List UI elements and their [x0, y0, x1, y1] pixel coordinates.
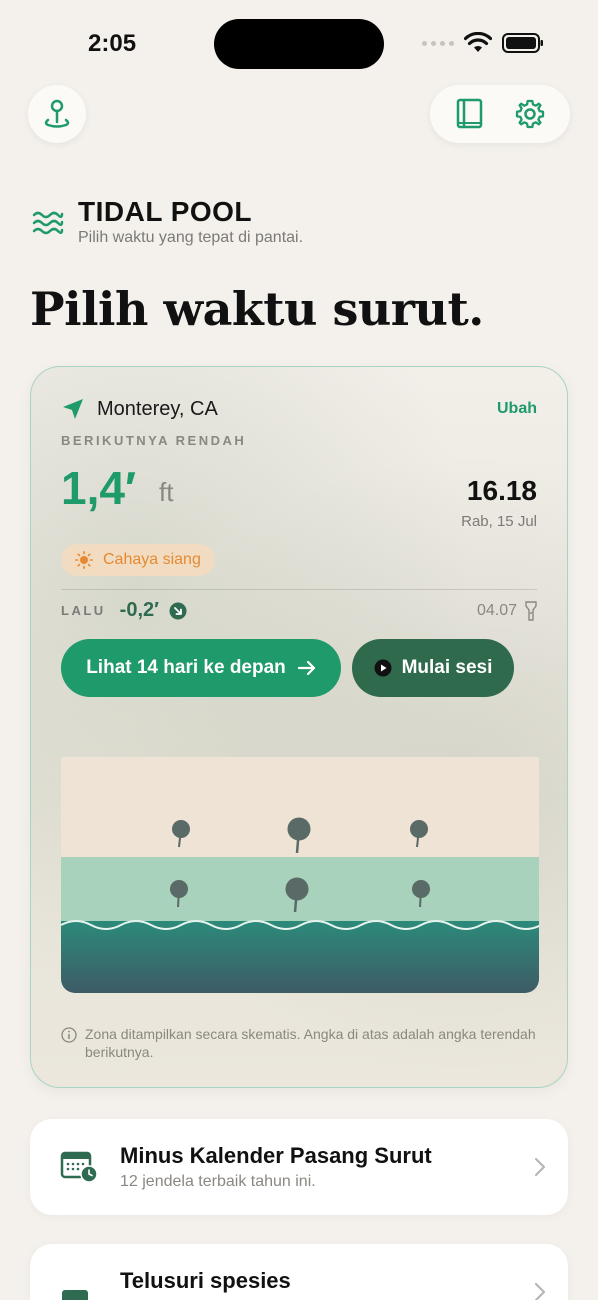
divider: [61, 589, 537, 590]
previous-value: -0,2′: [119, 599, 159, 621]
next-low-time: 16.18: [466, 475, 537, 506]
play-icon: [374, 659, 392, 677]
daylight-label: Cahaya siang: [103, 551, 201, 568]
hero-title: Pilih waktu surut.: [30, 282, 484, 336]
status-icons: [422, 32, 544, 54]
location-arrow-icon: [63, 399, 83, 419]
status-bar: 2:05: [0, 0, 598, 80]
tide-card: Monterey, CA Ubah BERIKUTNYA RENDAH 1,4′…: [30, 366, 568, 1088]
battery-icon: [502, 33, 543, 53]
signal-icon: [422, 40, 454, 46]
gear-icon[interactable]: [514, 98, 546, 130]
start-session-label: Mulai sesi: [401, 657, 493, 678]
previous-time: 04.07: [476, 601, 517, 619]
brand-title: TIDAL POOL: [78, 196, 253, 227]
next-low-label: BERIKUTNYA RENDAH: [61, 433, 247, 448]
waves-icon: [32, 211, 64, 235]
unit-label: ft: [159, 477, 174, 507]
arrow-right-icon: [297, 660, 315, 676]
calendar-clock-icon: [60, 1151, 98, 1183]
location-pin-button[interactable]: [28, 85, 86, 143]
list-item-title: Minus Kalender Pasang Surut: [120, 1143, 432, 1168]
brand-subtitle: Pilih waktu yang tepat di pantai.: [78, 229, 304, 246]
brand-header: TIDAL POOL Pilih waktu yang tepat di pan…: [32, 197, 303, 247]
previous-low-row: LALU -0,2′ 04.07: [61, 599, 537, 622]
minus-tide-calendar-item[interactable]: Minus Kalender Pasang Surut 12 jendela t…: [30, 1119, 568, 1215]
map-pin-icon: [44, 99, 70, 128]
list-item-title: Telusuri spesies: [120, 1268, 291, 1293]
species-icon: [62, 1290, 88, 1300]
daylight-badge: Cahaya siang: [61, 544, 215, 576]
book-icon[interactable]: [455, 98, 485, 130]
location-row: Monterey, CA Ubah: [61, 397, 537, 421]
water-zone: [61, 921, 539, 993]
info-icon: [61, 1027, 77, 1043]
diagram-note: Zona ditampilkan secara skematis. Angka …: [61, 1025, 537, 1061]
next-low-date: Rab, 15 Jul: [461, 513, 537, 530]
status-time: 2:05: [88, 30, 137, 57]
diagram-note-text: Zona ditampilkan secara skematis. Angka …: [85, 1026, 536, 1060]
wifi-icon: [464, 32, 492, 52]
change-location-button[interactable]: Ubah: [497, 400, 537, 418]
location-name: Monterey, CA: [97, 397, 218, 420]
previous-label: LALU: [61, 603, 106, 618]
chevron-right-icon: [534, 1282, 546, 1300]
arrow-down-right-icon: [169, 602, 187, 619]
view-14-days-label: Lihat 14 hari ke depan: [86, 657, 286, 678]
top-actions: [430, 85, 570, 143]
flashlight-icon: [525, 600, 537, 621]
tide-zone-diagram: [61, 757, 539, 993]
view-14-days-button[interactable]: Lihat 14 hari ke depan: [61, 639, 341, 697]
start-session-button[interactable]: Mulai sesi: [352, 639, 514, 697]
chevron-right-icon: [534, 1157, 546, 1177]
dynamic-island: [214, 19, 384, 69]
next-low-value: 1,4′: [61, 462, 136, 514]
sun-icon: [75, 551, 93, 569]
upper-zone: [61, 757, 539, 857]
browse-species-item[interactable]: Telusuri spesies: [30, 1244, 568, 1300]
list-item-subtitle: 12 jendela terbaik tahun ini.: [120, 1173, 316, 1190]
